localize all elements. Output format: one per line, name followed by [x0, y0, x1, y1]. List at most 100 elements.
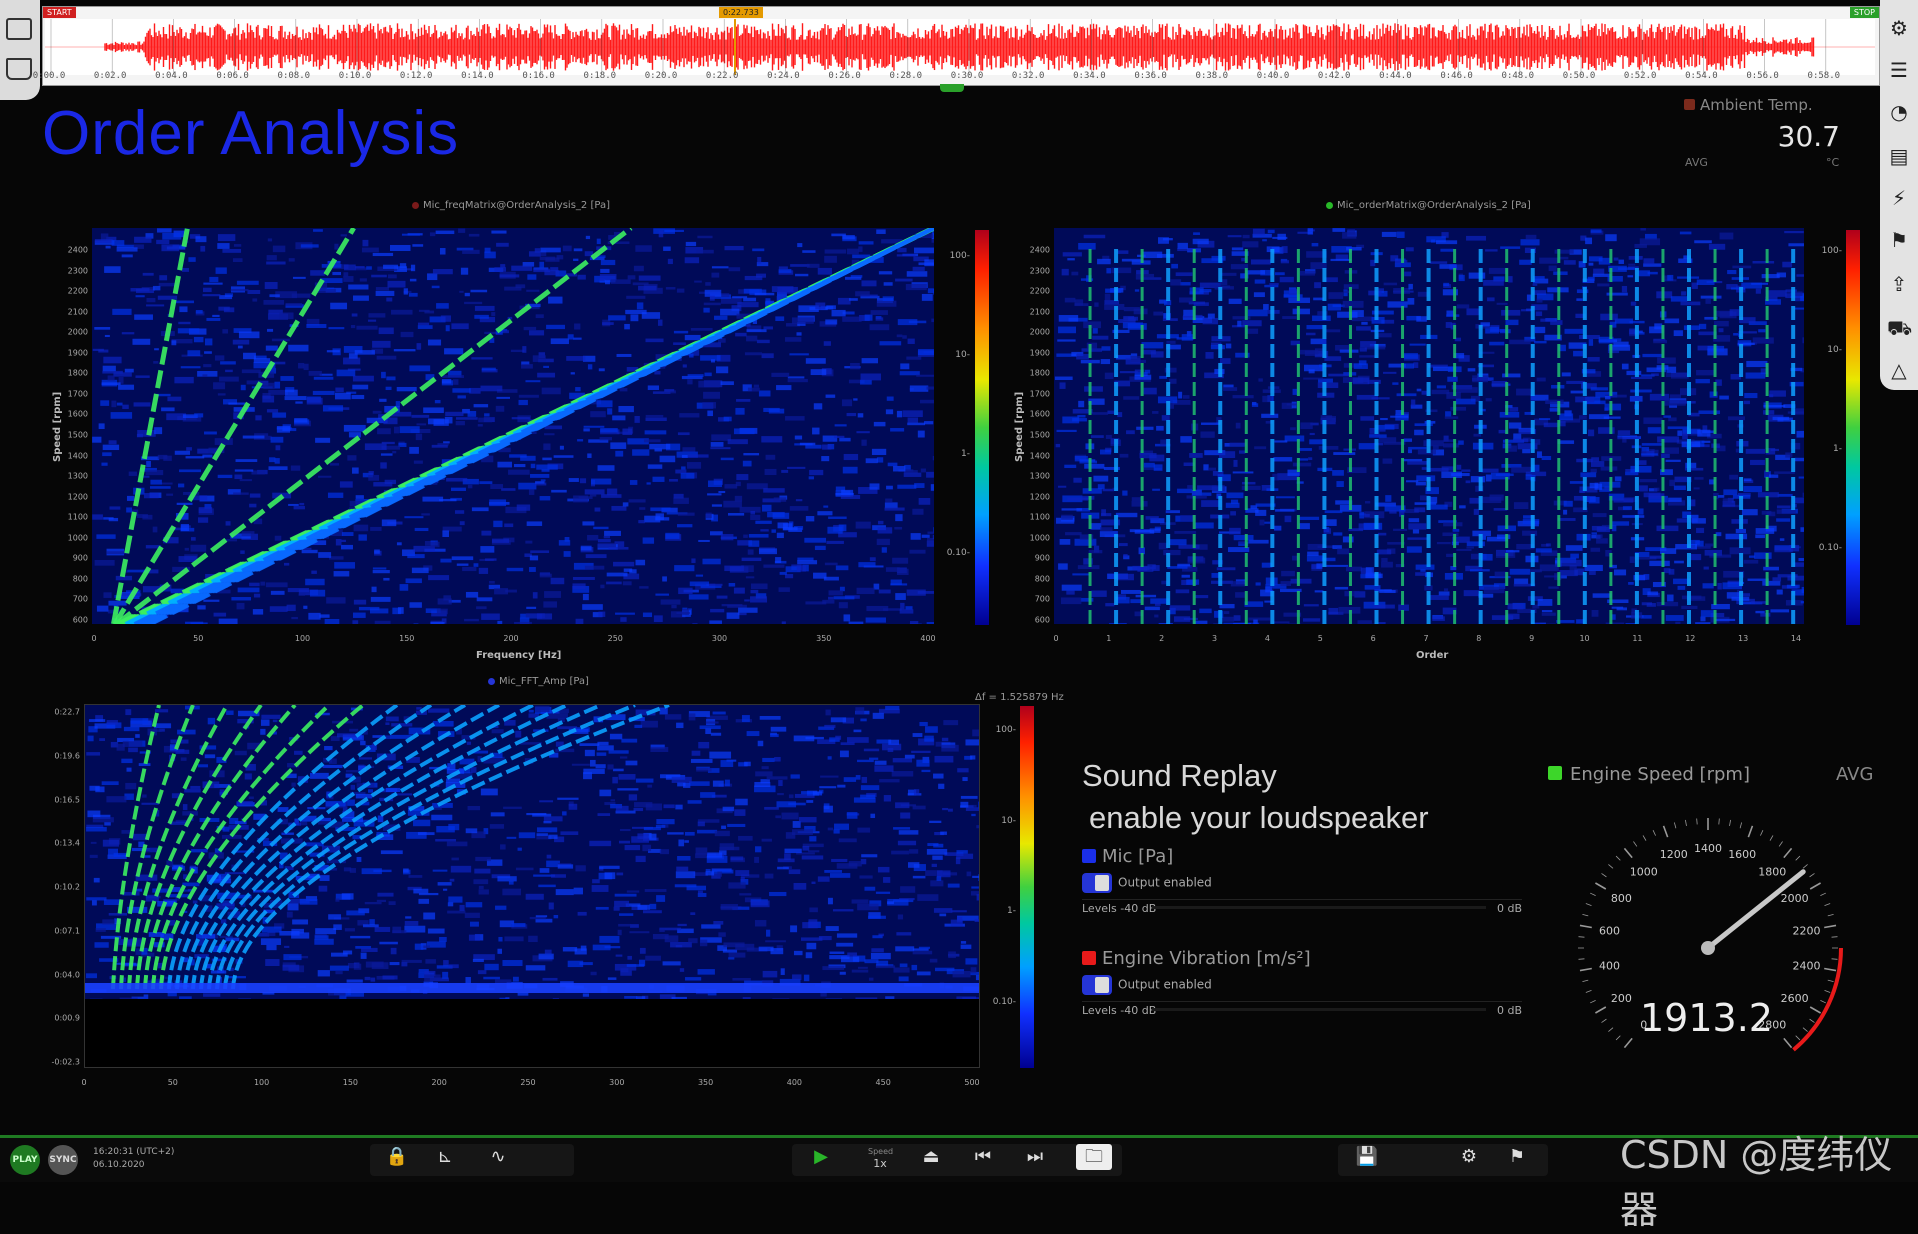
output-label: Output enabled: [1118, 876, 1212, 890]
levels-min-label: Levels -40 dB: [1082, 1004, 1156, 1017]
waveform-tick-label: 0:16.0: [522, 71, 555, 81]
order-matrix-ytick: 800: [1010, 574, 1050, 583]
order-matrix-xtick: 13: [1738, 634, 1748, 643]
fft-amp-colorbar: [1020, 706, 1034, 1068]
freq-matrix-dot: [412, 202, 419, 209]
order-matrix-xtick: 2: [1159, 634, 1164, 643]
fft-resolution: Δf = 1.525879 Hz: [975, 692, 1064, 703]
gauge-tick-label: 1000: [1630, 865, 1658, 878]
freq-matrix-plot[interactable]: [92, 228, 934, 624]
freq-matrix-ytick: 2100: [48, 307, 88, 316]
car-icon[interactable]: ⛟: [1887, 316, 1911, 340]
cursor-time-marker[interactable]: 0:22.733: [719, 7, 763, 18]
ambient-temp-unit: °C: [1826, 156, 1839, 169]
windows-icon[interactable]: [6, 18, 32, 40]
gauge-tick-label: 2200: [1792, 925, 1820, 938]
dashboard-icon[interactable]: ◔: [1887, 100, 1911, 124]
freq-matrix-colorbar: [975, 230, 989, 625]
play-icon[interactable]: ▶: [808, 1144, 834, 1170]
waveform-canvas[interactable]: [45, 19, 1875, 75]
skip-back-icon[interactable]: ⏮: [970, 1144, 996, 1170]
output-toggle[interactable]: [1082, 873, 1112, 893]
order-matrix-plot[interactable]: [1054, 228, 1804, 624]
waveform-tick-label: 0:54.0: [1685, 71, 1718, 81]
settings-cog-icon[interactable]: ⚙: [1456, 1144, 1482, 1170]
save-icon[interactable]: 💾: [1354, 1144, 1380, 1170]
order-matrix-ylabel: Speed [rpm]: [1014, 392, 1025, 462]
channel-name: Engine Vibration [m/s²]: [1102, 948, 1311, 969]
levels-meter: Levels -40 dB0 dB: [1082, 899, 1522, 916]
measure-icon[interactable]: ⊾: [432, 1144, 458, 1170]
fft-amp-xtick: 400: [787, 1078, 802, 1087]
waveform-tick-label: 0:20.0: [645, 71, 678, 81]
waveform-tick-label: 0:08.0: [278, 71, 311, 81]
status-datetime: 16:20:31 (UTC+2) 06.10.2020: [93, 1146, 174, 1172]
order-matrix-ytick: 2300: [1010, 266, 1050, 275]
waveform-icon[interactable]: ∿: [480, 1144, 516, 1170]
warning-icon[interactable]: △: [1887, 358, 1911, 382]
gauge-tick-label: 2400: [1792, 959, 1820, 972]
fft-amp-cbtick: 1-: [986, 906, 1016, 916]
channel-header: Mic [Pa]: [1082, 846, 1522, 867]
waveform-tick-label: 0:00.0: [33, 71, 66, 81]
order-matrix-ytick: 2200: [1010, 287, 1050, 296]
levels-meter: Levels -40 dB 0 dB: [1082, 1001, 1522, 1018]
fft-amp-xtick: 500: [964, 1078, 979, 1087]
report-icon[interactable]: ▤: [1887, 144, 1911, 168]
channel-name: Mic [Pa]: [1102, 846, 1173, 867]
export-icon[interactable]: ⇪: [1887, 272, 1911, 296]
speed-indicator[interactable]: Speed 1x: [868, 1146, 892, 1170]
tool-group-right: 💾 ⚙ ⚑: [1338, 1144, 1548, 1176]
flag-icon[interactable]: ⚑: [1887, 228, 1911, 252]
fft-amp-cbtick: 100-: [986, 725, 1016, 735]
fft-amp-plot[interactable]: [84, 704, 980, 1068]
folder-icon[interactable]: 🗀: [1076, 1144, 1112, 1170]
gauge-tick-label: 200: [1611, 992, 1632, 1005]
freq-matrix-ylabel: Speed [rpm]: [52, 392, 63, 462]
fft-amp-ytick: -0:02.3: [40, 1058, 80, 1067]
waveform-tick-label: 0:50.0: [1563, 71, 1596, 81]
order-matrix-ytick: 1000: [1010, 533, 1050, 542]
order-matrix-xtick: 10: [1579, 634, 1589, 643]
waveform-tick-label: 0:52.0: [1624, 71, 1657, 81]
waveform-tick-label: 0:26.0: [828, 71, 861, 81]
waveform-collapse-handle[interactable]: [940, 84, 964, 92]
freq-matrix-ytick: 1100: [48, 513, 88, 522]
list-icon[interactable]: ☰: [1887, 58, 1911, 82]
flash-icon[interactable]: ⚡: [1887, 186, 1911, 210]
order-matrix-ytick: 1800: [1010, 369, 1050, 378]
skip-forward-icon[interactable]: ⏭: [1022, 1144, 1048, 1170]
ambient-temp-swatch: [1684, 99, 1695, 110]
eject-icon[interactable]: ⏏: [918, 1144, 944, 1170]
order-matrix-title-text: Mic_orderMatrix@OrderAnalysis_2 [Pa]: [1337, 200, 1531, 211]
waveform-tick-label: 0:10.0: [339, 71, 372, 81]
levels-bar: [1152, 906, 1486, 909]
start-marker[interactable]: START: [43, 7, 76, 18]
fft-amp-cbtick: 0.10-: [986, 997, 1016, 1007]
settings-icon[interactable]: ⚙: [1887, 16, 1911, 40]
play-status-button[interactable]: PLAY: [10, 1145, 40, 1175]
fft-amp-xtick: 250: [520, 1078, 535, 1087]
waveform-tick-label: 0:06.0: [216, 71, 249, 81]
lock-icon[interactable]: 🔒: [384, 1144, 410, 1170]
sound-replay-subtitle: enable your loudspeaker: [1089, 800, 1429, 836]
order-matrix-xtick: 1: [1106, 634, 1111, 643]
channel-header: Engine Vibration [m/s²]: [1082, 948, 1522, 969]
sync-button[interactable]: SYNC: [48, 1145, 78, 1175]
order-matrix-cbtick: 1-: [1812, 444, 1842, 454]
flag-icon[interactable]: ⚑: [1504, 1144, 1530, 1170]
levels-max-label: 0 dB: [1497, 1004, 1522, 1017]
status-time: 16:20:31 (UTC+2): [93, 1146, 174, 1159]
ambient-temp-mode: AVG: [1685, 156, 1708, 169]
waveform-time-axis: 0:00.00:02.00:04.00:06.00:08.00:10.00:12…: [43, 71, 1879, 85]
sound-replay-title: Sound Replay: [1082, 758, 1277, 794]
waveform-overview[interactable]: START 0:22.733 STOP 0:00.00:02.00:04.00:…: [42, 6, 1880, 86]
speed-value: 1x: [868, 1158, 892, 1170]
fft-amp-ytick: 0:13.4: [40, 839, 80, 848]
gauge-value: 1913.2: [1640, 996, 1770, 1040]
freq-matrix-ytick: 2300: [48, 266, 88, 275]
stop-marker[interactable]: STOP: [1850, 7, 1879, 18]
print-icon[interactable]: [6, 58, 32, 80]
output-toggle[interactable]: [1082, 975, 1112, 995]
freq-matrix-ytick: 900: [48, 554, 88, 563]
